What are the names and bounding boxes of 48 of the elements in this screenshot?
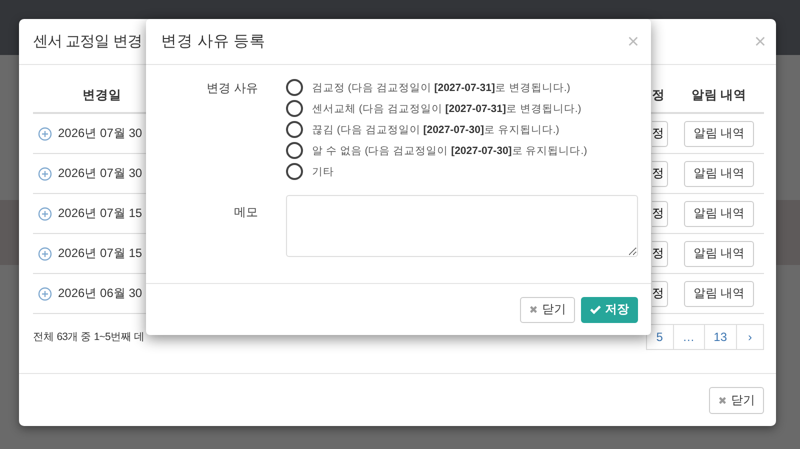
history-button[interactable]: 알림 내역 — [684, 280, 754, 306]
history-button[interactable]: 알림 내역 — [684, 120, 754, 146]
expand-icon[interactable] — [38, 126, 52, 140]
history-button[interactable]: 알림 내역 — [684, 200, 754, 226]
modal-title: 센서 교정일 변경 — [33, 32, 142, 51]
dialog-title: 변경 사유 등록 — [161, 32, 266, 52]
radio-button[interactable] — [286, 100, 303, 117]
page-link[interactable]: 13 — [704, 324, 737, 350]
radio-button[interactable] — [286, 79, 303, 96]
memo-field[interactable] — [286, 195, 638, 257]
check-icon — [590, 305, 601, 314]
field-label: 메모 — [233, 204, 258, 221]
close-button[interactable]: 닫기 — [520, 296, 575, 322]
expand-icon[interactable] — [38, 286, 52, 300]
table-cell-text: 2026년 07월 15 — [58, 205, 144, 222]
radio-button[interactable] — [286, 163, 303, 180]
edit-button[interactable]: 정 — [652, 120, 668, 146]
page-link[interactable]: › — [736, 324, 764, 350]
page-link[interactable]: … — [672, 324, 705, 350]
edit-button[interactable]: 정 — [652, 200, 668, 226]
expand-icon[interactable] — [38, 166, 52, 180]
table-cell-text: 2026년 07월 15 — [58, 245, 144, 262]
page-link[interactable]: 5 — [646, 324, 674, 350]
edit-button[interactable]: 정 — [652, 280, 668, 306]
radio-label[interactable]: 알 수 없음 (다음 검교정일이 [2027-07-30]로 유지됩니다.) — [312, 144, 588, 158]
column-header: 알림 내역 — [690, 87, 748, 104]
history-button[interactable]: 알림 내역 — [684, 160, 754, 186]
expand-icon[interactable] — [38, 206, 52, 220]
summary-text: 전체 63개 중 1~5번째 데 — [33, 330, 145, 344]
radio-button[interactable] — [286, 142, 303, 159]
close-button[interactable]: 닫기 — [709, 386, 764, 414]
expand-icon[interactable] — [38, 246, 52, 260]
column-header: 변경일 — [82, 87, 122, 104]
table-cell-text: 2026년 06월 30 — [58, 285, 144, 302]
radio-label[interactable]: 끊김 (다음 검교정일이 [2027-07-30]로 유지됩니다.) — [312, 122, 560, 136]
edit-button[interactable]: 정 — [652, 160, 668, 186]
column-header: 정 — [652, 87, 666, 104]
radio-label[interactable]: 기타 — [312, 164, 334, 178]
edit-button[interactable]: 정 — [652, 240, 668, 266]
history-button[interactable]: 알림 내역 — [684, 240, 754, 266]
field-label: 변경 사유 — [206, 80, 258, 97]
table-cell-text: 2026년 07월 30 — [58, 125, 144, 142]
radio-label[interactable]: 센서교체 (다음 검교정일이 [2027-07-31]로 변경됩니다.) — [312, 102, 582, 116]
table-cell-text: 2026년 07월 30 — [58, 165, 144, 182]
radio-label[interactable]: 검교정 (다음 검교정일이 [2027-07-31]로 변경됩니다.) — [312, 80, 570, 94]
close-icon — [529, 305, 538, 314]
close-icon — [718, 396, 727, 404]
radio-button[interactable] — [286, 121, 303, 138]
